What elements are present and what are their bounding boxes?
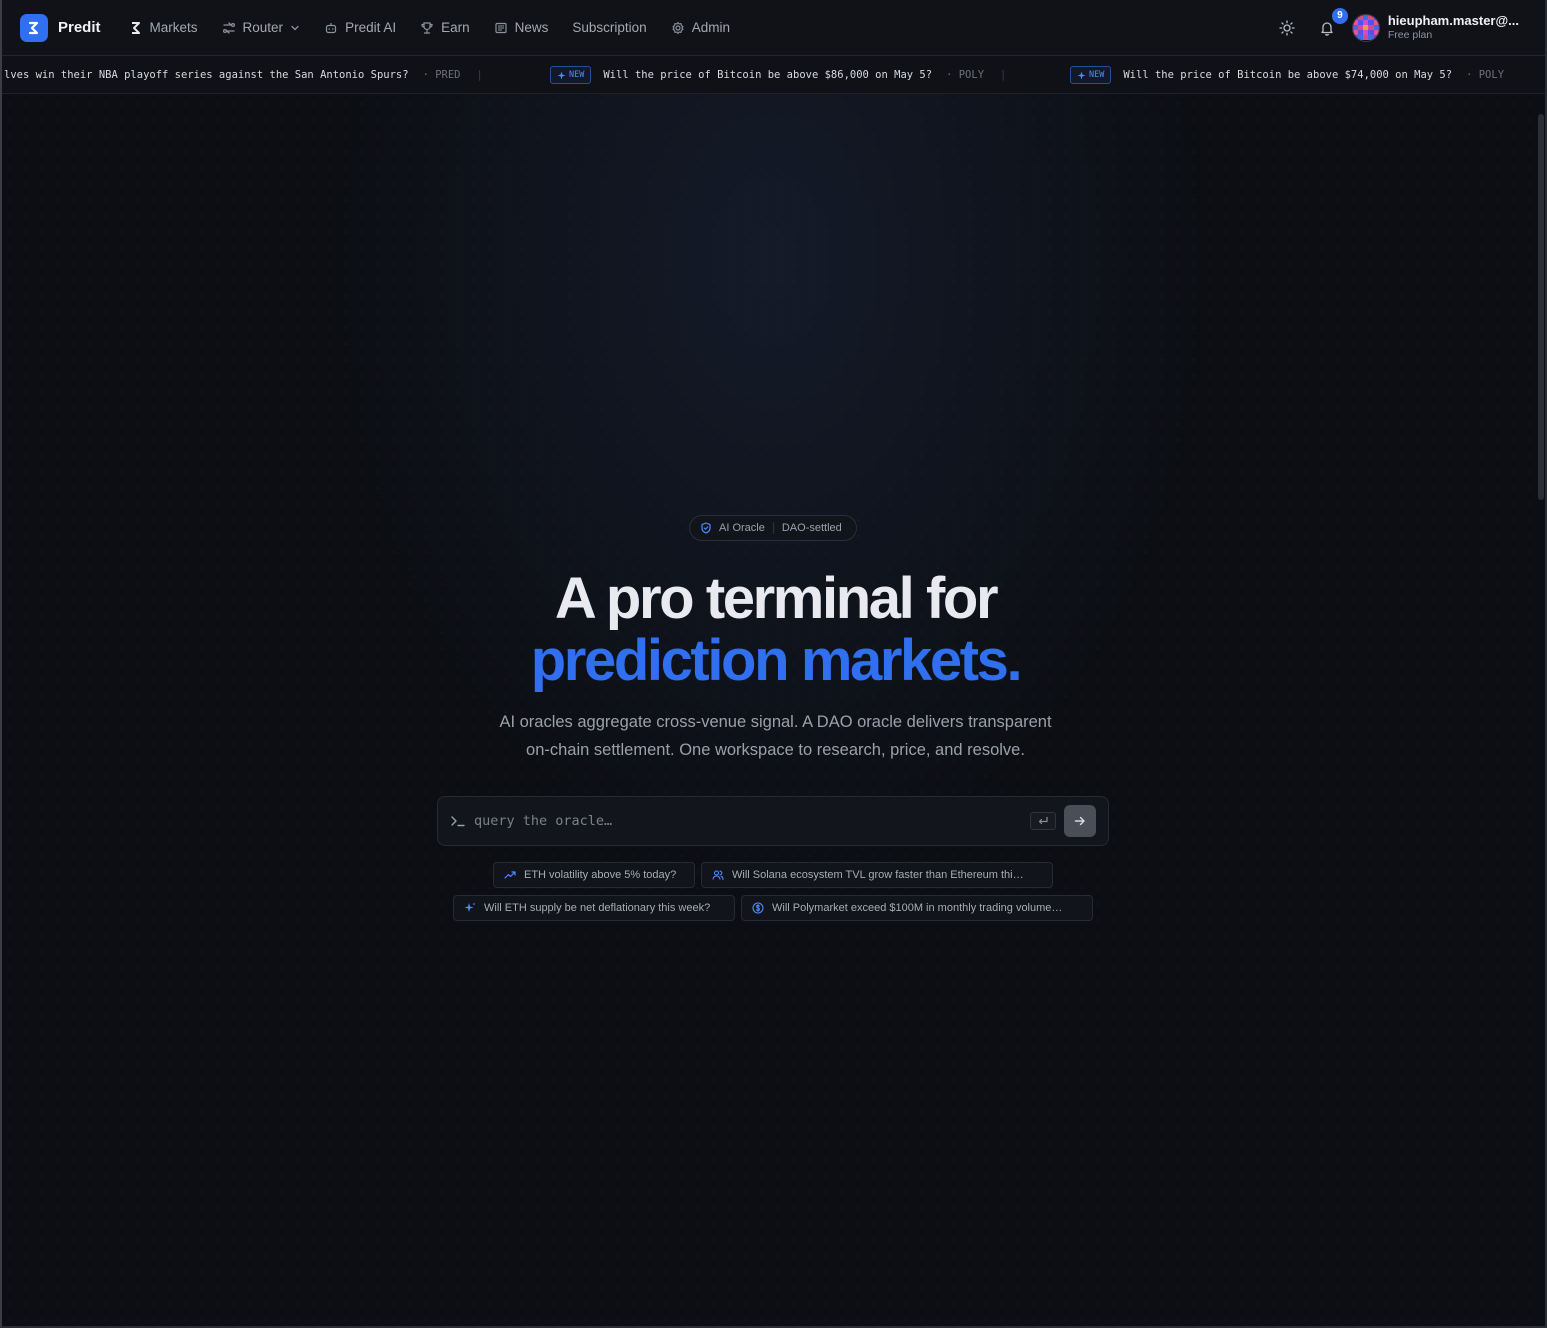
nav-item-earn[interactable]: Earn: [420, 20, 470, 35]
user-email: hieupham.master@...: [1387, 12, 1519, 28]
newspaper-icon: [494, 21, 508, 35]
dollar-circle-icon: [752, 902, 764, 914]
ticker-source: · PRED: [422, 69, 461, 81]
nav-item-label: Earn: [441, 20, 470, 35]
terminal-prompt-icon: [450, 814, 466, 828]
gear-icon: [671, 21, 685, 35]
suggestion-label: Will ETH supply be net deflationary this…: [484, 902, 711, 914]
suggestion-label: Will Solana ecosystem TVL grow faster th…: [732, 869, 1024, 881]
header-actions: 9 hieupham.master@... Free plan: [1276, 7, 1519, 42]
ticker-question: Will the price of Bitcoin be above $86,0…: [603, 69, 933, 81]
new-badge-label: NEW: [1089, 70, 1105, 80]
oracle-query-input[interactable]: [474, 813, 1030, 829]
badge-divider: [772, 522, 774, 534]
hero-title-line1: A pro terminal for: [554, 566, 999, 631]
scrollbar-thumb[interactable]: [1538, 114, 1544, 500]
theme-toggle-button[interactable]: [1276, 17, 1298, 39]
nav-item-markets[interactable]: Markets: [129, 20, 198, 35]
shield-icon: [701, 522, 711, 534]
suggestion-chip[interactable]: Will ETH supply be net deflationary this…: [453, 895, 735, 921]
send-query-button[interactable]: [1064, 805, 1096, 837]
app-window: Predit Markets Router Predit AI Earn New…: [0, 0, 1547, 1328]
top-navbar: Predit Markets Router Predit AI Earn New…: [2, 0, 1545, 56]
ticker-item[interactable]: NEW Will the price of Bitcoin be above $…: [1070, 56, 1505, 93]
brand[interactable]: Predit: [20, 13, 101, 42]
oracle-query-box: [437, 796, 1109, 846]
users-icon: [712, 869, 724, 881]
ticker-divider: |: [1000, 69, 1007, 81]
nav-item-label: Subscription: [572, 20, 647, 35]
predit-logo-icon: [20, 13, 48, 42]
ticker-source: · POLY: [1466, 69, 1505, 81]
main-nav: Markets Router Predit AI Earn News Subsc…: [129, 20, 754, 35]
hero-badge: AI Oracle DAO-settled: [689, 515, 857, 541]
suggestion-chip[interactable]: ETH volatility above 5% today?: [493, 862, 695, 888]
nav-item-news[interactable]: News: [494, 20, 549, 35]
avatar[interactable]: [1351, 13, 1380, 42]
nav-item-label: Admin: [691, 20, 730, 35]
nav-item-label: Predit AI: [345, 20, 397, 35]
suggestion-label: ETH volatility above 5% today?: [524, 869, 677, 881]
notifications-button[interactable]: 9: [1316, 7, 1348, 39]
arrow-right-icon: [1074, 816, 1085, 826]
user-menu[interactable]: hieupham.master@... Free plan: [1387, 12, 1519, 42]
nav-item-admin[interactable]: Admin: [671, 20, 730, 35]
enter-key-hint: [1030, 812, 1056, 830]
ticker-divider: |: [476, 69, 483, 81]
market-ticker: lves win their NBA playoff series agains…: [2, 56, 1545, 94]
ticker-item[interactable]: NEW Will the price of Bitcoin be above $…: [550, 56, 1007, 93]
suggestion-chip[interactable]: Will Polymarket exceed $100M in monthly …: [741, 895, 1093, 921]
nav-item-label: Router: [242, 20, 284, 35]
sun-icon: [1279, 19, 1295, 36]
brand-name: Predit: [58, 19, 101, 36]
hero-subtitle-line2: on-chain settlement. One workspace to re…: [526, 741, 1025, 759]
trophy-icon: [420, 21, 434, 35]
chevron-down-icon: [290, 23, 300, 33]
hero-subtitle-line1: AI oracles aggregate cross-venue signal.…: [499, 713, 1052, 731]
sparkle-icon: [557, 70, 566, 80]
notification-count-badge: 9: [1331, 7, 1348, 24]
router-icon: [222, 21, 236, 35]
ticker-question: lves win their NBA playoff series agains…: [4, 69, 409, 81]
bell-icon: [1321, 21, 1333, 36]
ticker-question: Will the price of Bitcoin be above $74,0…: [1123, 69, 1453, 81]
enter-icon: [1038, 816, 1048, 825]
suggestion-label: Will Polymarket exceed $100M in monthly …: [772, 902, 1063, 914]
user-plan: Free plan: [1387, 28, 1433, 41]
new-badge: NEW: [1070, 66, 1112, 84]
hero-title-line2: prediction markets.: [530, 628, 1023, 693]
suggestion-chip[interactable]: Will Solana ecosystem TVL grow faster th…: [701, 862, 1053, 888]
badge-ai-oracle: AI Oracle: [719, 522, 765, 534]
sparkle-icon: [464, 902, 476, 914]
nav-item-label: News: [514, 20, 549, 35]
nav-item-subscription[interactable]: Subscription: [572, 20, 646, 35]
badge-dao-settled: DAO-settled: [781, 522, 842, 534]
trend-up-icon: [504, 869, 516, 881]
ticker-item[interactable]: lves win their NBA playoff series agains…: [4, 56, 483, 93]
nav-item-router[interactable]: Router: [222, 20, 301, 35]
new-badge-label: NEW: [569, 70, 585, 80]
robot-icon: [324, 21, 338, 35]
ticker-source: · POLY: [946, 69, 985, 81]
nav-item-label: Markets: [149, 20, 198, 35]
sparkle-icon: [1077, 70, 1086, 80]
nav-item-predit-ai[interactable]: Predit AI: [324, 20, 396, 35]
predit-mark-icon: [129, 21, 143, 35]
new-badge: NEW: [550, 66, 592, 84]
